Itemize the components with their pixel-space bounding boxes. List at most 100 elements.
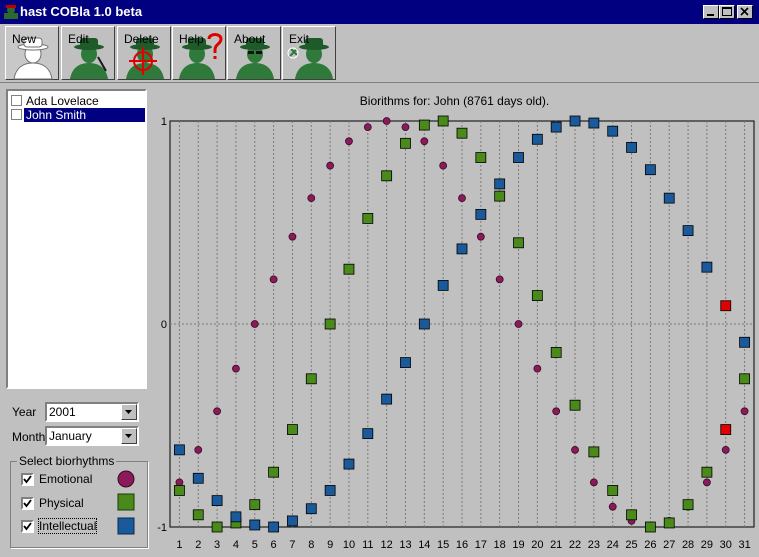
minimize-icon [707,14,714,16]
x-tick-label: 4 [233,539,239,551]
about-button[interactable]: About [227,26,281,80]
x-tick-label: 12 [381,539,393,551]
physical-point [494,190,506,202]
edit-button-label: Edit [68,32,89,46]
y-tick-label: -1 [157,522,167,534]
person-item-ada-lovelace[interactable]: Ada Lovelace [10,94,145,108]
month-value: January [49,429,92,443]
new-button[interactable]: New [5,26,59,80]
emotional-point [571,445,579,454]
close-icon [740,7,749,16]
emotional-point [589,478,598,487]
physical-point [400,137,411,149]
intellectual-point [701,261,713,273]
intellectual-point [324,485,336,496]
intellectual-point [305,503,317,515]
emotional-point [363,123,372,131]
delete-button[interactable]: Delete [117,26,171,80]
y-tick-label: 0 [161,319,167,331]
edit-button[interactable]: Edit [61,26,115,80]
x-tick-label: 17 [475,539,487,551]
x-tick-label: 22 [569,539,581,551]
intellectual-point [362,428,374,440]
minimize-button[interactable] [703,5,719,19]
intellectual-point [494,178,506,190]
exit-button-label: Exit [289,32,310,46]
x-tick-label: 30 [720,539,732,551]
physical-point [456,127,468,139]
x-tick-label: 8 [308,539,314,551]
year-dropdown-button[interactable] [121,404,137,420]
help-button[interactable]: Help [172,26,226,80]
physical-point [588,446,600,458]
x-tick-label: 9 [327,539,333,551]
intellectual-point [513,152,524,163]
emotional-point [495,275,504,284]
intellectual-point [287,515,298,527]
close-button[interactable] [737,5,753,19]
person-name: John Smith [24,108,145,122]
emotional-point [458,194,466,203]
intellectual-swatch [117,517,135,535]
intellectual-point [475,208,487,220]
checkmark-icon [23,499,32,508]
toolbar: New Edit Delete Help About Exit [0,24,759,83]
x-tick-label: 16 [456,539,468,551]
window-title: hast COBla 1.0 beta [20,4,143,19]
person-item-john-smith[interactable]: John Smith [10,108,145,122]
intellectual-point [550,121,562,133]
intellectual-point [720,300,732,312]
chevron-down-icon [125,434,132,438]
physical-point [381,170,393,182]
physical-point [324,318,336,330]
intellectual-point [437,280,449,291]
intellectual-checkbox[interactable] [21,520,34,533]
exit-button[interactable]: Exit [282,26,336,80]
intellectual-point [569,115,581,127]
physical-point [644,521,656,533]
physical-point [249,499,261,511]
x-tick-label: 5 [252,539,258,551]
intellectual-point [174,444,185,456]
chevron-down-icon [125,410,132,414]
intellectual-point [682,225,694,237]
person-checkbox[interactable] [11,109,22,120]
emotional-point [288,232,297,241]
month-dropdown-button[interactable] [121,428,137,444]
intellectual-point [607,125,619,137]
physical-point [268,466,280,478]
year-select[interactable]: 2001 [45,402,139,422]
physical-point [550,347,562,358]
physical-point [531,290,543,301]
physical-point [362,213,374,224]
intellectual-point [418,318,430,330]
physical-point [720,424,732,435]
physical-point [211,521,223,533]
intellectual-point [739,336,750,348]
physical-label: Physical [39,496,84,510]
person-list[interactable]: Ada Lovelace John Smith [6,89,147,389]
physical-point [418,119,430,131]
intellectual-point [588,117,600,129]
chart-title: Biorithms for: John (8761 days old). [359,94,550,108]
x-tick-label: 21 [550,539,562,551]
month-select[interactable]: January [45,426,139,446]
x-tick-label: 6 [271,539,277,551]
physical-point [701,466,713,478]
physical-swatch [117,493,135,511]
physical-checkbox[interactable] [21,497,34,510]
intellectual-point [343,458,355,470]
maximize-button[interactable] [719,5,735,19]
intellectual-point [531,133,543,145]
x-tick-label: 24 [607,539,619,551]
emotional-checkbox[interactable] [21,473,34,486]
x-tick-label: 3 [214,539,220,551]
physical-point [682,499,694,511]
physical-point [513,237,524,249]
intellectual-point [268,521,280,533]
emotional-point [740,407,749,416]
emotional-point [250,320,259,328]
x-tick-label: 25 [625,539,637,551]
x-tick-label: 1 [176,539,182,551]
person-checkbox[interactable] [11,95,22,106]
